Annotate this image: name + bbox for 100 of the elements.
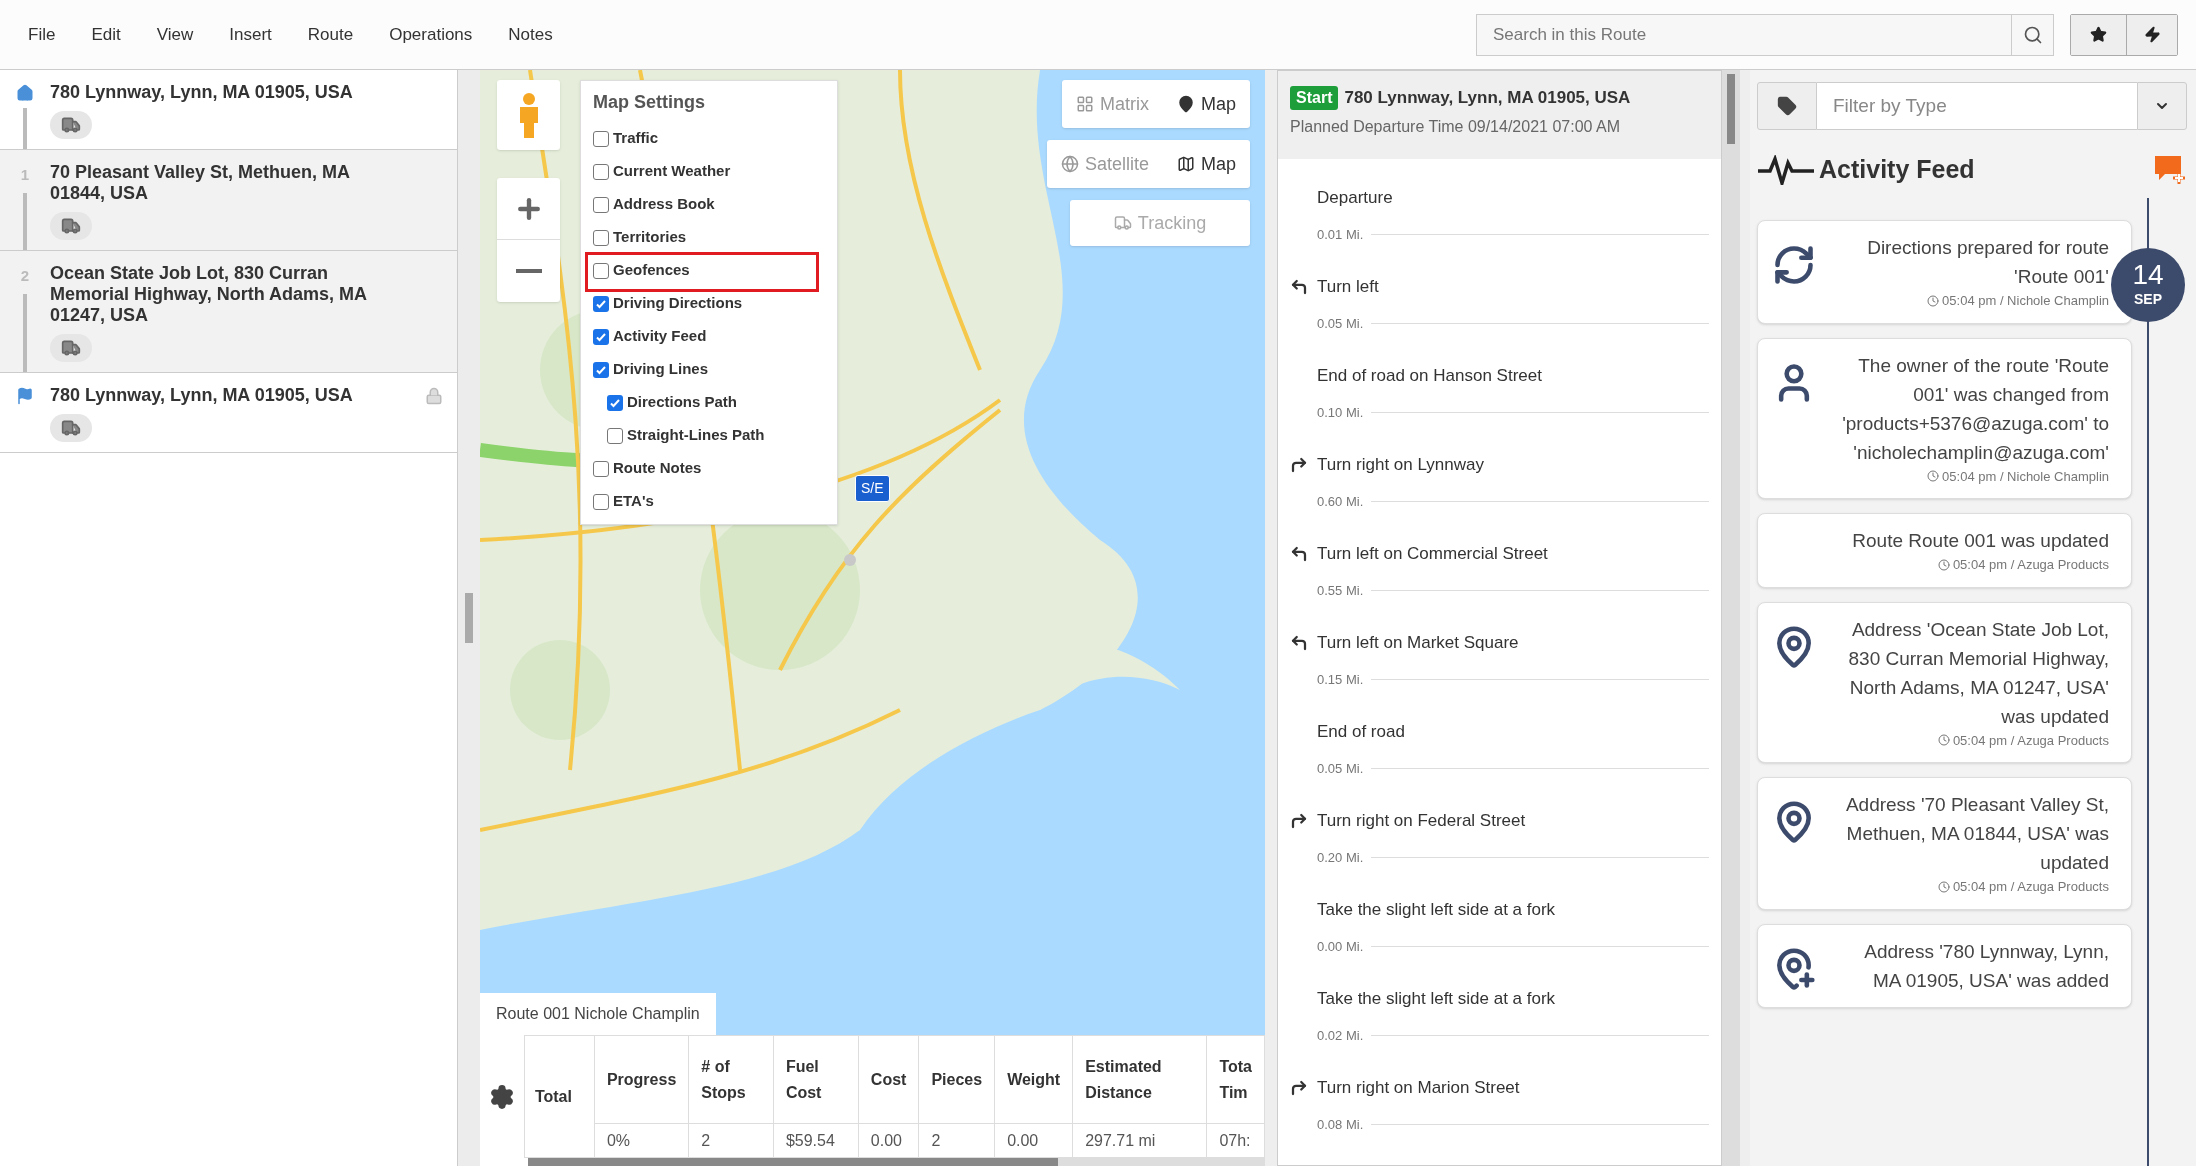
pin-icon	[1177, 95, 1195, 113]
menu-item[interactable]: Route	[307, 21, 354, 48]
direction-step[interactable]: End of road	[1317, 719, 1405, 745]
truck-icon	[61, 418, 81, 438]
option-label: ETA's	[613, 491, 654, 512]
menu-item[interactable]: View	[156, 21, 194, 48]
tag-icon	[1777, 96, 1797, 116]
row-header: Total	[524, 1035, 595, 1158]
column-header: Tota Tim	[1206, 1035, 1265, 1124]
menu-item[interactable]: File	[28, 21, 56, 48]
direction-step[interactable]: Take the slight left side at a fork	[1317, 986, 1556, 1012]
direction-step[interactable]: Turn left	[1317, 274, 1379, 300]
vehicle-button[interactable]	[50, 414, 92, 442]
direction-step[interactable]: Take the slight left side at a fork	[1317, 897, 1556, 923]
column-header: Pieces	[918, 1035, 995, 1124]
truck-icon	[61, 115, 81, 135]
column-header: Progress	[594, 1035, 689, 1124]
step-distance: 0.01 Mi.	[1317, 225, 1364, 244]
grid-icon	[1076, 95, 1094, 113]
feed-card[interactable]: Route Route 001 was updated 05:04 pm / Azuga Products	[1757, 513, 2132, 588]
vehicle-button[interactable]	[50, 334, 92, 362]
scrollbar-thumb[interactable]	[528, 1158, 1058, 1166]
scrollbar-thumb[interactable]	[1727, 74, 1735, 144]
clock-icon	[1937, 558, 1950, 571]
direction-step[interactable]: Turn right on Lynnway	[1317, 452, 1484, 478]
menu-item[interactable]: Insert	[229, 21, 272, 48]
option-label: Activity Feed	[613, 326, 707, 347]
step-distance: 0.08 Mi.	[1317, 1115, 1364, 1134]
checkbox[interactable]	[593, 328, 609, 345]
feed-card[interactable]: Address '780 Lynnway, Lynn, MA 01905, USA' was added	[1757, 923, 2132, 1008]
map-mode-tab[interactable]: Map	[1163, 80, 1250, 128]
route-tab[interactable]: Route 001 Nichole Champlin	[480, 993, 716, 1035]
feed-title: Activity Feed	[1819, 154, 1975, 186]
direction-step[interactable]: Turn left on Market Square	[1317, 630, 1519, 656]
map-view-tab[interactable]: Map	[1163, 140, 1250, 188]
option-label: Straight-Lines Path	[627, 425, 765, 446]
direction-step[interactable]: End of road on Hanson Street	[1317, 363, 1542, 389]
search-button[interactable]	[2012, 13, 2054, 56]
filter-field[interactable]: Filter by Type	[1817, 82, 2137, 130]
star-icon	[2090, 26, 2107, 43]
checkbox[interactable]	[593, 229, 609, 246]
feed-card[interactable]: Directions prepared for route 'Route 001' 05:04 pm / Nichole Champlin	[1757, 220, 2132, 324]
stop-address[interactable]: 780 Lynnway, Lynn, MA 01905, USA	[50, 385, 380, 406]
option-label: Route Notes	[613, 458, 702, 479]
table-cell: $59.54	[773, 1123, 859, 1158]
feed-message: Address '780 Lynnway, Lynn, MA 01905, USA' was added	[1863, 939, 2109, 993]
checkbox[interactable]	[607, 427, 623, 444]
menu-item[interactable]: Notes	[508, 21, 553, 48]
turn-right-icon	[1290, 455, 1308, 474]
step-distance: 0.20 Mi.	[1317, 848, 1364, 867]
turn-left-icon	[1290, 277, 1308, 296]
step-distance: 0.10 Mi.	[1317, 403, 1364, 422]
direction-step[interactable]: Turn left on Commercial Street	[1317, 541, 1548, 567]
map-marker[interactable]: S/E	[855, 475, 890, 502]
checkbox[interactable]	[593, 460, 609, 477]
search-field[interactable]: Search in this Route	[1476, 13, 2012, 56]
add-note-icon[interactable]	[2153, 154, 2187, 186]
truck-icon	[61, 216, 81, 236]
option-label: Driving Directions	[613, 293, 743, 314]
resize-handle[interactable]	[465, 593, 473, 643]
checkbox[interactable]	[593, 163, 609, 180]
favorite-button[interactable]	[2071, 14, 2127, 55]
menu-item[interactable]: Operations	[389, 21, 473, 48]
feed-card[interactable]: Address 'Ocean State Job Lot, 830 Curran Memorial Highway, North Adams, MA 01247, USA' was updated 05:04 pm / Azuga Products	[1757, 601, 2132, 763]
vehicle-button[interactable]	[50, 111, 92, 139]
stop-address[interactable]: Ocean State Job Lot, 830 Curran Memorial Highway, North Adams, MA 01247, USA	[50, 263, 380, 326]
direction-step[interactable]: Departure	[1317, 185, 1393, 211]
checkbox[interactable]	[593, 295, 609, 312]
checkbox[interactable]	[607, 394, 623, 411]
table-cell: 07h:	[1206, 1123, 1265, 1158]
direction-step[interactable]: Turn right on Marion Street	[1317, 1075, 1520, 1101]
checkbox[interactable]	[593, 196, 609, 213]
minus-icon	[515, 269, 542, 273]
feed-meta: 05:04 pm / Nichole Champlin	[1942, 467, 2109, 486]
clock-icon	[1937, 880, 1950, 893]
column-header: Fuel Cost	[773, 1035, 859, 1124]
table-cell: 0.00	[994, 1123, 1073, 1158]
step-distance: 0.05 Mi.	[1317, 314, 1364, 333]
column-header: # of Stops	[688, 1035, 774, 1124]
feed-meta: 05:04 pm / Azuga Products	[1952, 731, 2109, 750]
direction-step[interactable]: Turn right on Federal Street	[1317, 808, 1526, 834]
checkbox[interactable]	[593, 130, 609, 147]
stop-address[interactable]: 780 Lynnway, Lynn, MA 01905, USA	[50, 82, 380, 103]
quick-action-button[interactable]	[2127, 14, 2177, 55]
feed-message: Address '70 Pleasant Valley St, Methuen, MA 01844, USA' was updated	[1844, 793, 2109, 875]
menu-item[interactable]: Edit	[91, 21, 121, 48]
clock-icon	[1937, 734, 1950, 747]
feed-message: Directions prepared for route 'Route 001'	[1866, 236, 2109, 289]
feed-card[interactable]: Address '70 Pleasant Valley St, Methuen, MA 01844, USA' was updated 05:04 pm / Azuga Products	[1757, 777, 2132, 910]
option-label: Address Book	[613, 194, 715, 215]
checkbox[interactable]	[593, 262, 609, 279]
checkbox[interactable]	[593, 361, 609, 378]
column-header: Cost	[858, 1035, 919, 1124]
feed-card[interactable]: The owner of the route 'Route 001' was changed from 'products+5376@azuga.com' to 'nicholechamplin@azuga.com' 05:04 pm / Nichole Champlin	[1757, 337, 2132, 499]
panel-title: Map Settings	[592, 91, 706, 114]
checkbox[interactable]	[593, 493, 609, 510]
table-cell: 0.00	[858, 1123, 919, 1158]
stop-address[interactable]: 70 Pleasant Valley St, Methuen, MA 01844, USA	[50, 162, 380, 204]
lightning-icon	[2143, 26, 2161, 43]
vehicle-button[interactable]	[50, 212, 92, 240]
